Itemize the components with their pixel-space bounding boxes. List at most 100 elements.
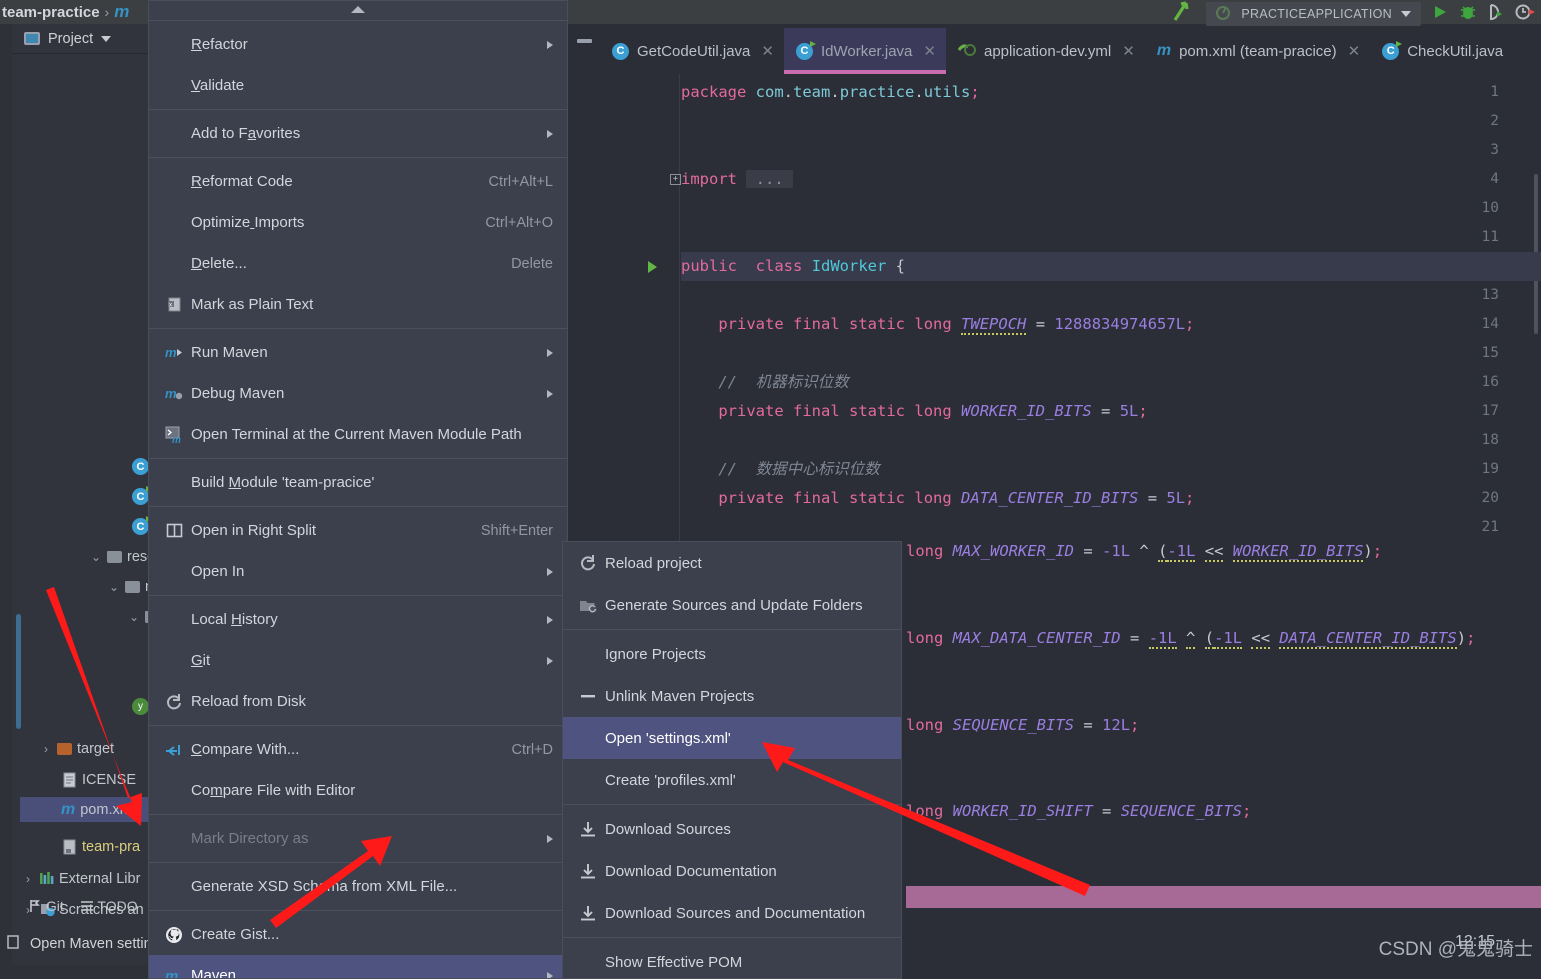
code-line[interactable]: // 机器标识位数 (681, 368, 1541, 397)
submenu-arrow-icon (547, 615, 553, 624)
minimize-panel-button[interactable] (573, 30, 595, 52)
menu-item-open-settings-xml[interactable]: Open 'settings.xml' (563, 717, 901, 759)
debug-icon[interactable] (1459, 3, 1477, 25)
reload-icon (577, 554, 599, 572)
chevron-right-icon[interactable]: › (22, 872, 34, 886)
code-line[interactable] (681, 426, 1541, 455)
menu-item-create-gist[interactable]: Create Gist... (149, 914, 567, 955)
breadcrumb-project[interactable]: team-practice (2, 4, 100, 21)
menu-item-open-in-right-split[interactable]: Open in Right Split Shift+Enter (149, 510, 567, 551)
code-line[interactable] (681, 339, 1541, 368)
code-line[interactable]: public class IdWorker { (681, 252, 1541, 281)
chevron-down-icon[interactable]: ⌄ (90, 550, 102, 564)
menu-item-ignore-projects[interactable]: Ignore Projects (563, 633, 901, 675)
tree-item-n[interactable]: ⌄ n (108, 574, 153, 599)
menu-item-compare-file-with-editor[interactable]: Compare File with Editor (149, 770, 567, 811)
chevron-right-icon[interactable]: › (40, 742, 52, 756)
menu-item-run-maven[interactable]: m Run Maven (149, 332, 567, 373)
run-icon[interactable] (1431, 3, 1449, 25)
menu-item-add-to-favorites[interactable]: Add to Favorites (149, 113, 567, 154)
menu-item-download-documentation[interactable]: Download Documentation (563, 850, 901, 892)
run-configuration-selector[interactable]: PRACTICEAPPLICATION (1206, 2, 1421, 26)
todo-tool-button[interactable]: TODO (80, 898, 138, 914)
menu-item-validate[interactable]: Validate (149, 65, 567, 106)
close-icon[interactable]: ✕ (1348, 42, 1361, 60)
run-gutter-icon[interactable] (648, 261, 657, 273)
menu-item-open-terminal-at-the-current-maven-module-path[interactable]: m Open Terminal at the Current Maven Modu… (149, 414, 567, 455)
menu-item-local-history[interactable]: Local History (149, 599, 567, 640)
menu-item-debug-maven[interactable]: m Debug Maven (149, 373, 567, 414)
maven-icon: m (163, 967, 185, 978)
run-with-coverage-icon[interactable] (1487, 3, 1505, 25)
code-line[interactable] (681, 107, 1541, 136)
menu-item-reload-from-disk[interactable]: Reload from Disk (149, 681, 567, 722)
menu-item-open-in[interactable]: Open In (149, 551, 567, 592)
chevron-down-icon[interactable]: ⌄ (108, 580, 120, 594)
project-tree-scrollbar[interactable] (16, 614, 21, 729)
editor-tab-getcodeutil[interactable]: C GetCodeUtil.java ✕ (600, 28, 784, 74)
menu-item-unlink-maven-projects[interactable]: Unlink Maven Projects (563, 675, 901, 717)
code-line[interactable] (681, 281, 1541, 310)
back-arrow-icon[interactable] (1170, 0, 1196, 28)
close-icon[interactable]: ✕ (1122, 42, 1135, 60)
editor-highlight-bar (906, 886, 1541, 908)
fold-expand-icon[interactable]: + (670, 174, 681, 185)
context-menu[interactable]: Refactor Validate Add to Favorites Reformat… (148, 0, 568, 979)
code-line[interactable]: // 数据中心标识位数 (681, 455, 1541, 484)
menu-item-label: Create 'profiles.xml' (605, 771, 736, 789)
menu-item-delete[interactable]: Delete... Delete (149, 243, 567, 284)
tree-item-team-practice-iml[interactable]: team-pra (62, 834, 140, 859)
menu-item-build-module-team-pracice[interactable]: Build Module 'team-pracice' (149, 462, 567, 503)
generate-sources-icon (577, 597, 599, 614)
chevron-down-icon[interactable]: ⌄ (128, 610, 140, 624)
tree-item-license[interactable]: ICENSE (62, 767, 136, 792)
menu-item-reload-project[interactable]: Reload project (563, 542, 901, 584)
tree-item-target[interactable]: › target (40, 736, 114, 761)
menu-item-generate-xsd-schema-from-xml-file[interactable]: Generate XSD Schema from XML File... (149, 866, 567, 907)
editor-tab-application-dev-yml[interactable]: application-dev.yml ✕ (946, 28, 1145, 74)
menu-item-refactor[interactable]: Refactor (149, 24, 567, 65)
chevron-down-icon[interactable] (1401, 11, 1411, 17)
code-line[interactable]: private final static long DATA_CENTER_ID… (681, 484, 1541, 513)
menu-item-create-profiles-xml[interactable]: Create 'profiles.xml' (563, 759, 901, 801)
tree-item-external-libraries[interactable]: › External Libr (22, 866, 140, 891)
code-line[interactable]: import ... (681, 165, 1541, 194)
menu-item-download-sources[interactable]: Download Sources (563, 808, 901, 850)
code-line[interactable]: long MAX_DATA_CENTER_ID = -1L ^ (-1L << … (906, 624, 1541, 653)
menu-item-reformat-code[interactable]: Reformat Code Ctrl+Alt+L (149, 161, 567, 202)
menu-item-compare-with[interactable]: Compare With... Ctrl+D (149, 729, 567, 770)
project-view-chevron-down-icon[interactable] (101, 35, 112, 42)
close-icon[interactable]: ✕ (761, 42, 774, 60)
menu-item-label: Optimize Imports (191, 214, 305, 231)
menu-item-shortcut: Ctrl+Alt+O (485, 214, 553, 231)
submenu-arrow-icon (547, 971, 553, 978)
profiler-icon[interactable] (1515, 3, 1537, 25)
code-line[interactable]: long MAX_WORKER_ID = -1L ^ (-1L << WORKE… (906, 537, 1541, 566)
code-line[interactable] (681, 194, 1541, 223)
editor-tab-pom-xml[interactable]: m pom.xml (team-pracice) ✕ (1145, 28, 1370, 74)
menu-item-maven[interactable]: m Maven (149, 955, 567, 978)
tree-item-resources[interactable]: ⌄ reso (90, 544, 155, 569)
breadcrumb[interactable]: team-practice › m (0, 0, 129, 24)
code-line[interactable]: private final static long WORKER_ID_BITS… (681, 397, 1541, 426)
code-line[interactable]: private final static long TWEPOCH = 1288… (681, 310, 1541, 339)
menu-item-optimize-imports[interactable]: Optimize Imports Ctrl+Alt+O (149, 202, 567, 243)
menu-item-git[interactable]: Git (149, 640, 567, 681)
git-tool-button[interactable]: Git (28, 898, 64, 914)
editor-tab-checkutil[interactable]: C CheckUtil.java (1370, 28, 1513, 74)
editor-tab-idworker[interactable]: C IdWorker.java ✕ (783, 28, 947, 74)
menu-item-label: Ignore Projects (605, 645, 706, 663)
code-line[interactable]: package com.team.practice.utils; (681, 78, 1541, 107)
code-line[interactable] (681, 223, 1541, 252)
code-line[interactable]: long WORKER_ID_SHIFT = SEQUENCE_BITS; (906, 797, 1541, 826)
menu-item-mark-as-plain-text[interactable]: x Mark as Plain Text (149, 284, 567, 325)
maven-submenu[interactable]: Reload project Generate Sources and Updat… (562, 541, 902, 979)
menu-item-show-effective-pom[interactable]: Show Effective POM (563, 941, 901, 978)
menu-item-generate-sources-and-update-folders[interactable]: Generate Sources and Update Folders (563, 584, 901, 626)
tree-item-pom-xml[interactable]: m pom.xml (20, 797, 166, 822)
code-line[interactable] (681, 136, 1541, 165)
code-line[interactable]: long SEQUENCE_BITS = 12L; (906, 711, 1541, 740)
menu-item-download-sources-and-documentation[interactable]: Download Sources and Documentation (563, 892, 901, 934)
menu-scroll-up-arrow[interactable] (149, 1, 567, 17)
close-icon[interactable]: ✕ (923, 42, 936, 60)
